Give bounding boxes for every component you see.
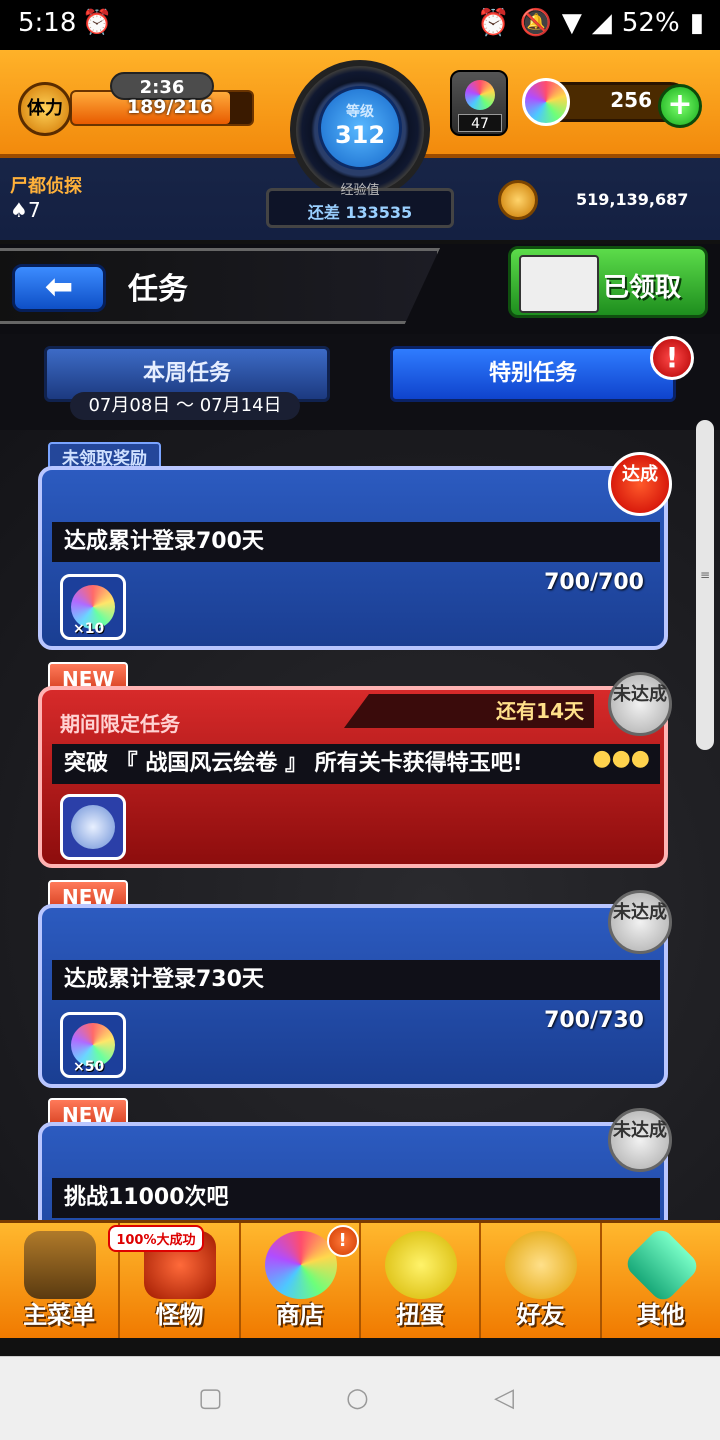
exp-box: 经验值 还差 133535 (266, 183, 454, 228)
mission-card-limited[interactable]: 期间限定任务 还有14天 突破 『 战国风云绘卷 』 所有关卡获得特玉吧! ●●… (38, 686, 668, 868)
stamina-value: 189/216 (126, 96, 214, 118)
status-time: 5:18 (18, 8, 77, 38)
alert-icon: ! (326, 1225, 359, 1257)
gacha-count: 47 (458, 114, 502, 132)
success-badge: 100%大成功 (108, 1225, 204, 1252)
orb-icon (465, 80, 495, 110)
alarm-icon: ⏰ (82, 8, 112, 36)
mute-icon: 🔕 (519, 8, 552, 38)
level-badge[interactable]: 等级 312 (318, 86, 402, 170)
page-title: 任务 (128, 272, 188, 307)
rank-value: 7 (27, 198, 41, 222)
claimed-label: 已领取 (603, 273, 682, 303)
recents-icon[interactable]: ▢ (198, 1383, 223, 1413)
reward-orb: ×50 (60, 1012, 126, 1078)
android-nav-bar: ▢ ○ ◁ (0, 1356, 720, 1440)
mission-card[interactable]: 挑战11000次吧 (38, 1122, 668, 1220)
nav-other[interactable]: 其他 (602, 1223, 720, 1338)
scroll-grip-icon[interactable]: ≡ (699, 568, 711, 598)
unachieved-stamp: 未达成 (608, 1108, 672, 1172)
level-label: 等级 (346, 104, 374, 120)
mission-title: 达成累计登录730天 (52, 960, 660, 1000)
diamond-icon (622, 1225, 702, 1305)
level-value: 312 (334, 121, 386, 149)
coin-icon (498, 180, 538, 220)
spade-icon: ♠ (10, 198, 28, 222)
tab-weekly-dates: 07月08日 ～ 07月14日 (70, 392, 300, 420)
alarm-icon: ⏰ (477, 8, 510, 38)
friends-icon (505, 1231, 578, 1299)
special-ticket-icon (71, 805, 115, 849)
claimed-button[interactable]: 已领取 (508, 246, 708, 318)
limited-label: 期间限定任务 (60, 712, 180, 736)
time-remaining: 还有14天 (344, 694, 594, 728)
orb-icon (264, 1231, 337, 1299)
back-button[interactable]: ⬅ (12, 264, 106, 312)
nav-gacha[interactable]: 扭蛋 (361, 1223, 482, 1338)
achieved-stamp: 达成 (608, 452, 672, 516)
status-icons: ⏰ 🔕 ▼ ◢ 52% ▮ (477, 8, 704, 38)
buy-orbs-button[interactable]: + (658, 84, 702, 128)
mission-title: 突破 『 战国风云绘卷 』 所有关卡获得特玉吧! (52, 744, 660, 784)
reward-qty: ×50 (73, 1059, 105, 1075)
nav-label: 商店 (275, 1301, 324, 1329)
party-icon: ●●● (592, 746, 650, 771)
bottom-nav: 主菜单 100%大成功 怪物 ! 商店 扭蛋 好友 其他 (0, 1220, 720, 1338)
unachieved-stamp: 未达成 (608, 890, 672, 954)
home-icon[interactable]: ○ (346, 1383, 369, 1413)
mission-list[interactable]: 未领取奖励 达成累计登录700天 700/700 ×10 达成 NEW 期间限定… (0, 430, 720, 1220)
player-name: 尸都侦探 (10, 176, 82, 197)
signal-icon: ◢ (591, 8, 612, 38)
nav-monster[interactable]: 100%大成功 怪物 (108, 1223, 241, 1338)
orb-icon (522, 78, 570, 126)
nav-label: 好友 (516, 1301, 565, 1329)
egg-icon (384, 1231, 457, 1299)
orb-count: 256 (610, 88, 652, 112)
nav-label: 怪物 (155, 1301, 204, 1329)
mission-progress: 700/730 (544, 1008, 644, 1033)
scrollbar[interactable]: ≡ (696, 420, 714, 750)
mission-progress: 700/700 (544, 570, 644, 595)
battery-text: 52% (621, 8, 680, 38)
status-bar: 5:18 ⏰ ⏰ 🔕 ▼ ◢ 52% ▮ (0, 0, 720, 50)
nav-shop[interactable]: ! 商店 (241, 1223, 361, 1338)
tab-special[interactable]: 特别任务 (390, 346, 676, 402)
gacha-ticket-badge[interactable]: 47 (450, 70, 508, 136)
mission-title: 达成累计登录700天 (52, 522, 660, 562)
unachieved-stamp: 未达成 (608, 672, 672, 736)
back-icon[interactable]: ◁ (494, 1383, 514, 1413)
nav-friends[interactable]: 好友 (481, 1223, 602, 1338)
exp-label: 经验值 (340, 183, 380, 198)
nav-main-menu[interactable]: 主菜单 (0, 1223, 121, 1338)
book-icon (519, 255, 599, 313)
battery-icon: ▮ (689, 8, 704, 38)
nav-label: 扭蛋 (396, 1301, 445, 1329)
mission-card[interactable]: 达成累计登录700天 700/700 ×10 (38, 466, 668, 650)
exp-remaining: 还差 133535 (307, 203, 413, 222)
mission-title: 挑战11000次吧 (52, 1178, 660, 1218)
reward-qty: ×10 (73, 621, 105, 637)
reward-ticket (60, 794, 126, 860)
alert-icon: ! (650, 336, 694, 380)
player-rank: ♠7 (10, 198, 41, 222)
coin-value: 519,139,687 (576, 190, 689, 209)
mission-card[interactable]: 达成累计登录730天 700/730 ×50 (38, 904, 668, 1088)
wifi-icon: ▼ (561, 8, 582, 38)
nav-label: 其他 (636, 1301, 685, 1329)
stamina-badge: 体力 (18, 82, 72, 136)
reward-orb: ×10 (60, 574, 126, 640)
castle-icon (24, 1231, 96, 1299)
nav-label: 主菜单 (23, 1301, 96, 1329)
